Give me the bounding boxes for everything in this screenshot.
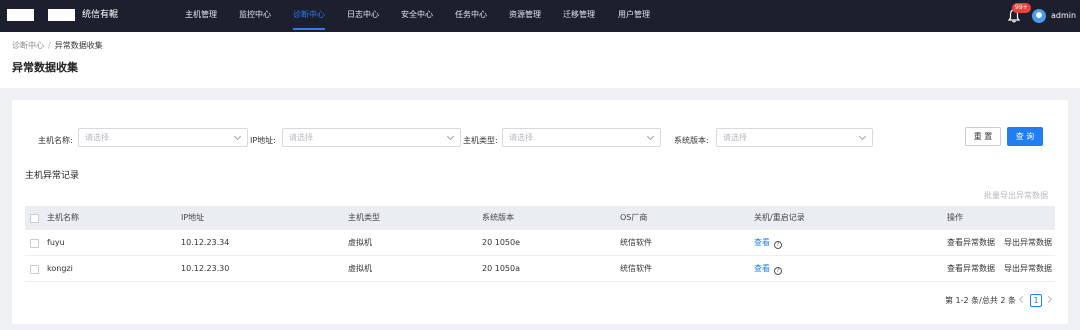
- ip-select[interactable]: 请选择: [282, 128, 461, 147]
- breadcrumb-current: 异常数据收集: [54, 41, 103, 50]
- row-checkbox[interactable]: [30, 265, 39, 274]
- section-title: 主机异常记录: [25, 171, 80, 181]
- pagination-page-current[interactable]: 1: [1030, 294, 1042, 307]
- table-header: 主机名称 IP地址 主机类型 系统版本 OS厂商 关机/重启记录 操作: [25, 206, 1055, 230]
- breadcrumb: 诊断中心 / 异常数据收集: [12, 40, 103, 51]
- nav-item-migration[interactable]: 迁移管理: [563, 0, 595, 32]
- vendor-cell: 统信软件: [620, 238, 652, 247]
- page-header: 诊断中心 / 异常数据收集 异常数据收集: [0, 32, 1080, 88]
- os-version-label: 系统版本:: [674, 136, 709, 145]
- notification-badge: 99+: [1012, 3, 1031, 13]
- avatar[interactable]: [1032, 9, 1046, 23]
- help-icon[interactable]: ?: [774, 241, 782, 249]
- chevron-down-icon: [646, 132, 655, 141]
- vendor-cell: 统信软件: [620, 264, 652, 273]
- host-type-placeholder: 请选择: [509, 133, 533, 142]
- record-cell: 查看?: [754, 230, 782, 256]
- column-header: 关机/重启记录: [754, 213, 805, 222]
- nav-item-security[interactable]: 安全中心: [401, 0, 433, 32]
- os-version-placeholder: 请选择: [723, 133, 747, 142]
- column-header: 操作: [947, 213, 963, 222]
- table-row: fuyu 10.12.23.34 虚拟机 20 1050e 统信软件 查看? 查…: [25, 230, 1055, 256]
- host-type-cell: 虚拟机: [348, 238, 372, 247]
- column-header: 主机名称: [47, 213, 79, 222]
- chevron-left-icon[interactable]: [1018, 295, 1027, 304]
- column-header: OS厂商: [620, 213, 648, 222]
- column-header: 系统版本: [482, 213, 514, 222]
- host-name-cell: kongzi: [47, 264, 73, 273]
- table-row: kongzi 10.12.23.30 虚拟机 20 1050a 统信软件 查看?…: [25, 256, 1055, 282]
- column-header: 主机类型: [348, 213, 380, 222]
- ip-cell: 10.12.23.30: [181, 264, 230, 273]
- breadcrumb-separator: /: [48, 41, 51, 50]
- chevron-right-icon[interactable]: [1044, 295, 1053, 304]
- username[interactable]: admin: [1051, 9, 1076, 23]
- column-header: IP地址: [181, 213, 205, 222]
- view-exception-data-link[interactable]: 查看异常数据: [947, 230, 995, 256]
- host-type-label: 主机类型:: [463, 136, 498, 145]
- ip-placeholder: 请选择: [289, 133, 313, 142]
- chevron-down-icon: [858, 132, 867, 141]
- os-version-cell: 20 1050a: [482, 264, 520, 273]
- chevron-down-icon: [446, 132, 455, 141]
- nav-item-resources[interactable]: 资源管理: [509, 0, 541, 32]
- logo-icon: [7, 9, 34, 21]
- query-button[interactable]: 查 询: [1007, 127, 1043, 146]
- ip-label: IP地址:: [250, 136, 276, 145]
- export-exception-data-link[interactable]: 导出异常数据: [1004, 256, 1052, 282]
- nav-item-host-management[interactable]: 主机管理: [185, 0, 217, 32]
- export-exception-data-link[interactable]: 导出异常数据: [1004, 230, 1052, 256]
- ip-cell: 10.12.23.34: [181, 238, 230, 247]
- chevron-down-icon: [233, 132, 242, 141]
- host-name-cell: fuyu: [47, 238, 65, 247]
- view-record-link[interactable]: 查看: [754, 264, 770, 273]
- reset-button[interactable]: 重 置: [965, 127, 1001, 146]
- top-navbar: 统信有輥 主机管理 监控中心 诊断中心 日志中心 安全中心 任务中心 资源管理 …: [0, 0, 1080, 32]
- host-type-select[interactable]: 请选择: [502, 128, 661, 147]
- pagination-summary: 第 1-2 条/总共 2 条: [945, 296, 1017, 305]
- host-type-cell: 虚拟机: [348, 264, 372, 273]
- content-card: 主机名称: 请选择 IP地址: 请选择 主机类型: 请选择 系统版本: 请选择 …: [12, 100, 1068, 324]
- record-cell: 查看?: [754, 256, 782, 282]
- host-name-label: 主机名称:: [38, 136, 73, 145]
- select-all-checkbox[interactable]: [30, 214, 39, 223]
- help-icon[interactable]: ?: [774, 267, 782, 275]
- brand-name: 统信有輥: [82, 10, 119, 20]
- nav-item-diagnosis[interactable]: 诊断中心: [293, 0, 325, 32]
- view-record-link[interactable]: 查看: [754, 238, 770, 247]
- bulk-export-button[interactable]: 批量导出异常数据: [984, 190, 1048, 201]
- host-name-select[interactable]: 请选择: [78, 128, 248, 147]
- row-checkbox[interactable]: [30, 239, 39, 248]
- os-version-select[interactable]: 请选择: [716, 128, 873, 147]
- nav-item-users[interactable]: 用户管理: [618, 0, 650, 32]
- nav-item-logs[interactable]: 日志中心: [347, 0, 379, 32]
- breadcrumb-parent[interactable]: 诊断中心: [12, 41, 44, 50]
- nav-item-tasks[interactable]: 任务中心: [455, 0, 487, 32]
- page-title: 异常数据收集: [12, 61, 78, 74]
- host-name-placeholder: 请选择: [85, 133, 109, 142]
- os-version-cell: 20 1050e: [482, 238, 521, 247]
- view-exception-data-link[interactable]: 查看异常数据: [947, 256, 995, 282]
- nav-item-monitoring[interactable]: 监控中心: [239, 0, 271, 32]
- logo-wordmark: [48, 9, 75, 21]
